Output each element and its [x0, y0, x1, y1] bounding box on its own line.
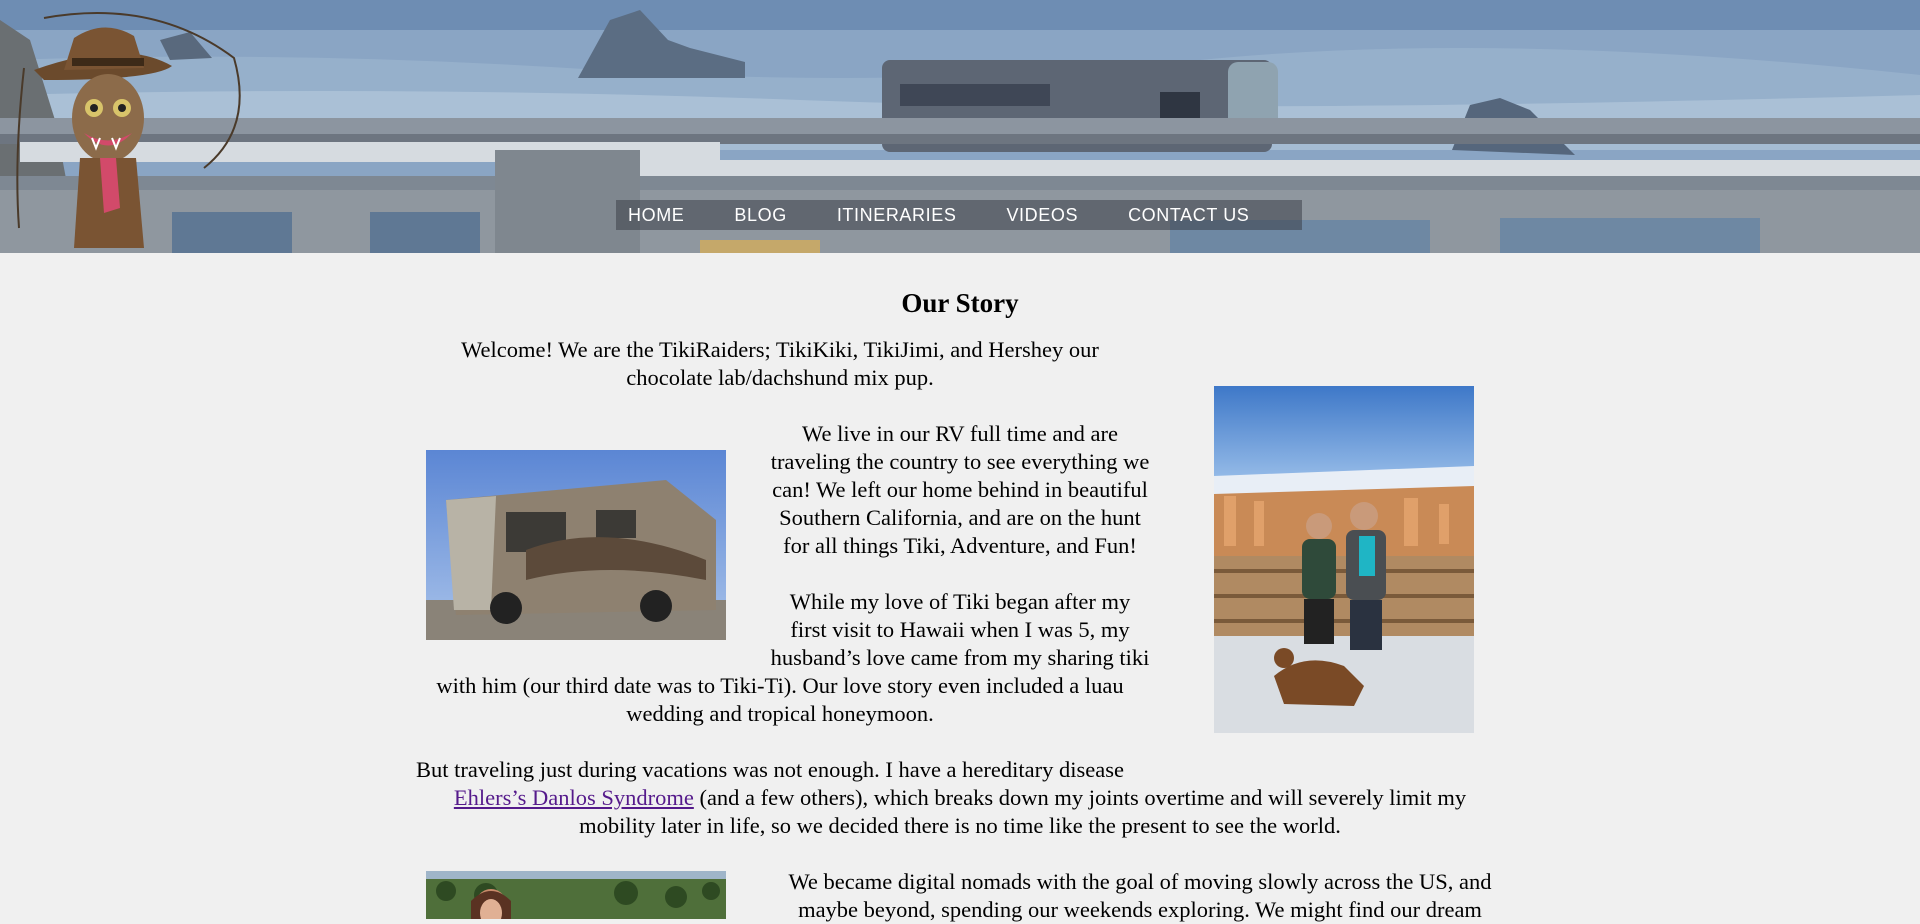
nav-home-link[interactable]: HOME — [628, 200, 684, 230]
main-nav: HOME BLOG ITINERARIES VIDEOS CONTACT US — [616, 200, 1302, 230]
rv-line-4: Southern California, and are on the hunt — [779, 505, 1141, 530]
rv-line-1: We live in our RV full time and are — [802, 421, 1118, 446]
love-line-5: wedding and tropical honeymoon. — [626, 701, 934, 726]
nav-videos-link[interactable]: VIDEOS — [1006, 200, 1078, 230]
vineyard-photo-image — [426, 871, 726, 919]
nomad-paragraph: We became digital nomads with the goal o… — [760, 868, 1520, 924]
travel-line-2: Ehlers’s Danlos Syndrome (and a few othe… — [380, 784, 1540, 812]
rv-paragraph: We live in our RV full time and are trav… — [750, 420, 1170, 560]
rv-photo-image — [426, 450, 726, 640]
rv-photo — [426, 450, 726, 640]
couple-canyon-photo-image — [1214, 386, 1474, 733]
nomad-line-1: We became digital nomads with the goal o… — [788, 869, 1492, 894]
love-line-3: husband’s love came from my sharing tiki — [770, 645, 1150, 670]
nav-contact-us-link[interactable]: CONTACT US — [1128, 200, 1249, 230]
nav-itineraries-link[interactable]: ITINERARIES — [837, 200, 957, 230]
welcome-paragraph: Welcome! We are the TikiRaiders; TikiKik… — [461, 337, 1099, 390]
couple-canyon-photo — [1214, 386, 1474, 733]
love-paragraph-bottom: with him (our third date was to Tiki-Ti)… — [400, 672, 1160, 728]
love-paragraph-top: While my love of Tiki began after my fir… — [750, 588, 1170, 672]
tiki-raiders-logo[interactable] — [4, 8, 244, 248]
rv-line-5: for all things Tiki, Adventure, and Fun! — [783, 533, 1137, 558]
travel-line-2-text: (and a few others), which breaks down my… — [693, 785, 1467, 810]
rv-line-2: traveling the country to see everything … — [770, 449, 1150, 474]
nomad-line-2: maybe beyond, spending our weekends expl… — [798, 897, 1482, 922]
ehlers-danlos-link[interactable]: Ehlers’s Danlos Syndrome — [454, 785, 694, 810]
rv-line-3: can! We left our home behind in beautifu… — [772, 477, 1148, 502]
travel-paragraph: But traveling just during vacations was … — [380, 756, 1540, 840]
love-line-4: with him (our third date was to Tiki-Ti)… — [436, 673, 1124, 698]
hero-banner: HOME BLOG ITINERARIES VIDEOS CONTACT US — [0, 0, 1920, 253]
page-title: Our Story — [901, 288, 1019, 318]
vineyard-photo — [426, 871, 726, 919]
travel-line-3: mobility later in life, so we decided th… — [579, 813, 1341, 838]
love-line-1: While my love of Tiki began after my — [789, 589, 1131, 614]
tiki-raiders-logo-image — [16, 12, 241, 248]
nav-blog-link[interactable]: BLOG — [734, 200, 786, 230]
travel-line-1: But traveling just during vacations was … — [416, 757, 1124, 782]
love-line-2: first visit to Hawaii when I was 5, my — [790, 617, 1130, 642]
